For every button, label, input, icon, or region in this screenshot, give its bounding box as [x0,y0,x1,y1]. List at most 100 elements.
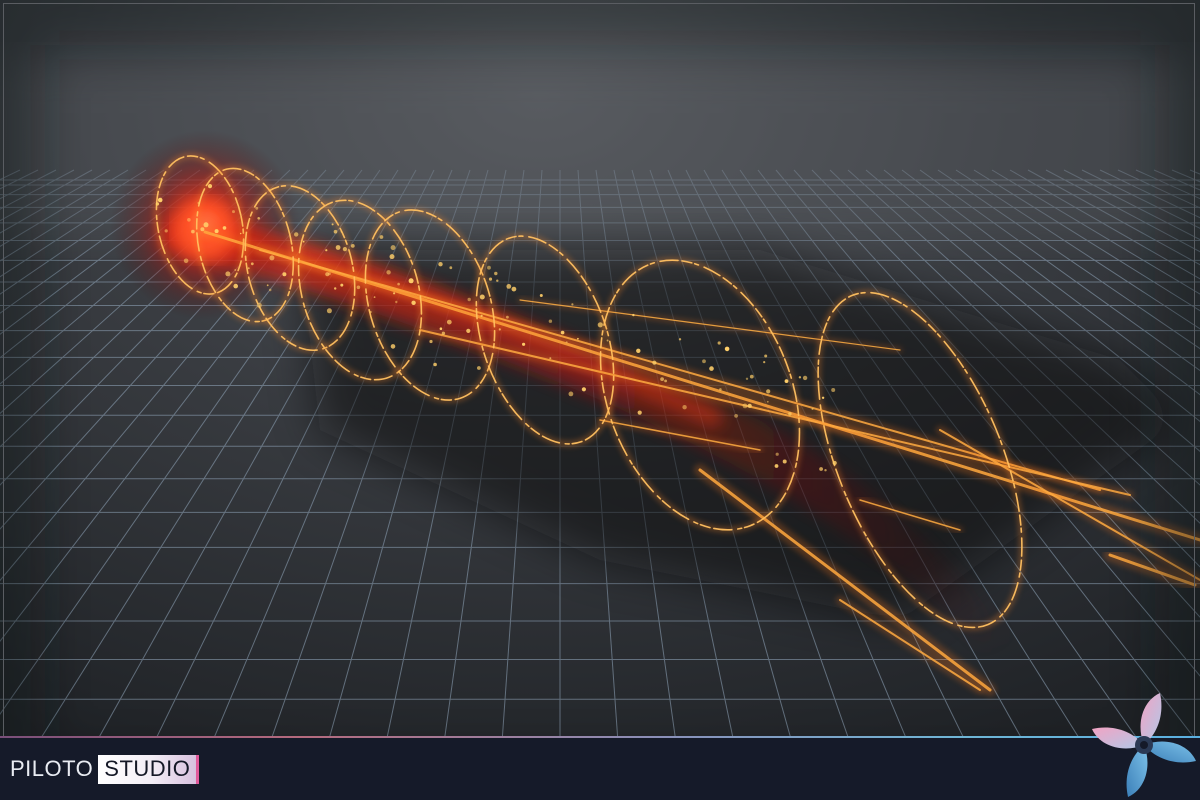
spark [222,226,227,230]
spark [678,338,682,341]
spark [331,223,334,226]
spark [811,408,814,410]
spark [389,254,395,260]
spark [652,360,657,365]
spark [709,366,714,371]
spark [511,286,517,292]
spark [724,346,730,352]
brand-wordmark: PILOTO STUDIO [10,752,200,786]
spark [232,210,235,214]
spark [340,230,343,233]
spark [395,300,398,304]
spark [506,284,512,289]
spark [373,296,376,298]
spark [831,388,836,392]
spark [187,218,191,222]
spark [225,271,231,277]
spark [203,222,209,228]
spark [742,403,748,409]
spark [498,328,501,331]
spark [325,272,330,277]
spark [333,229,338,234]
spark [446,319,452,325]
spark [560,330,565,335]
spark [565,341,568,344]
spark [494,271,498,276]
spark [702,359,706,364]
spark [356,285,361,290]
spark [664,379,667,383]
spark [342,247,347,252]
spark [522,342,526,346]
spark [256,302,262,308]
spark [294,232,299,237]
spark [477,366,481,370]
spark [183,258,189,264]
spark [717,341,721,345]
spark [393,292,396,295]
spark [660,377,664,381]
spark [577,337,579,340]
spark [335,245,341,250]
spark [390,245,396,251]
spark [637,410,642,415]
spark [257,217,261,220]
spark [433,362,437,367]
spark [824,469,827,472]
spark [798,376,802,379]
spark [250,262,254,266]
spark [429,339,433,344]
brand-word-piloto: PILOTO [10,756,94,781]
spark [200,227,205,232]
spark [632,313,635,317]
spark [350,244,355,248]
spark [214,229,219,234]
spark [819,467,823,471]
spark [549,357,552,360]
spark [774,464,779,468]
spark [548,319,553,323]
spark [441,331,446,335]
spark [379,235,384,239]
spark [334,287,337,290]
spark [597,322,603,328]
spark [488,277,493,281]
spark [496,279,499,282]
brand-word-studio: STUDIO [98,754,200,784]
spark [164,229,168,233]
spark [636,348,641,353]
spark [325,249,328,252]
spark [340,283,344,287]
spark [369,310,372,314]
spark [234,269,237,271]
spark [397,282,400,286]
spark [539,294,543,297]
spark [766,389,771,394]
spark [802,375,808,381]
spark [764,354,768,358]
spark [197,201,201,205]
spark [449,266,453,270]
spark [439,327,443,331]
spark [766,400,769,403]
spark [255,206,259,210]
spark [282,272,287,277]
spark [207,184,213,189]
spark [606,339,609,342]
spark [775,452,779,456]
spark [749,374,754,379]
spark [782,459,787,464]
spark [788,412,792,416]
spark [233,283,238,289]
spark [568,391,574,397]
spark [266,284,269,287]
spark [390,344,396,349]
spark [269,255,275,261]
spark [821,396,825,399]
spark [747,403,752,408]
spark [408,278,414,284]
spark [571,303,574,306]
spark [506,315,509,319]
vfx-viewport [0,0,1200,800]
spark [480,314,483,317]
